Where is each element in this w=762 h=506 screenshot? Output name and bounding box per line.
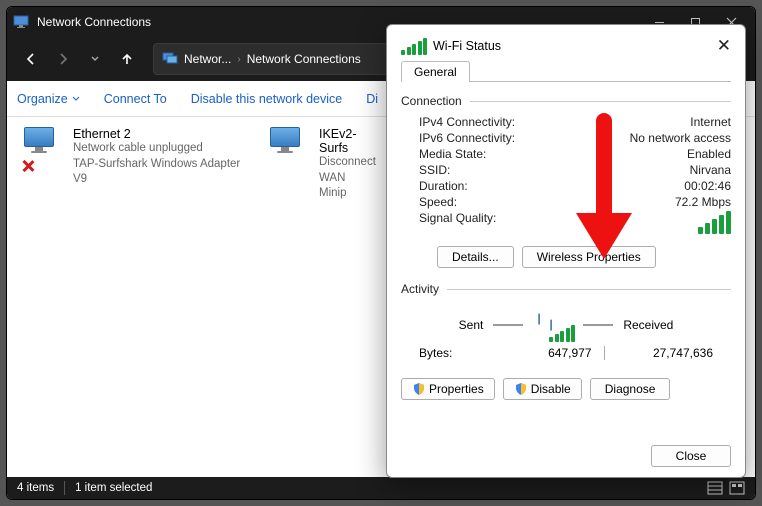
close-button[interactable]: ✕ [717, 36, 731, 56]
app-icon [13, 14, 29, 30]
organize-menu[interactable]: Organize [17, 92, 80, 106]
shield-icon [514, 382, 528, 396]
error-x-icon [21, 159, 35, 173]
connect-to-button[interactable]: Connect To [104, 92, 167, 106]
status-bar: 4 items 1 item selected [7, 477, 755, 499]
connection-properties: IPv4 Connectivity:Internet IPv6 Connecti… [401, 114, 731, 238]
diagnose-button[interactable]: Diagnose [590, 378, 671, 400]
breadcrumb-part[interactable]: Network Connections [247, 52, 361, 66]
section-connection: Connection [401, 94, 731, 108]
back-button[interactable] [17, 43, 45, 75]
shield-icon [412, 382, 426, 396]
wifi-status-dialog: Wi-Fi Status ✕ General Connection IPv4 C… [386, 24, 746, 478]
item-count: 4 items [17, 482, 54, 494]
dialog-title: Wi-Fi Status [433, 39, 501, 53]
forward-button[interactable] [49, 43, 77, 75]
breadcrumb-part[interactable]: Networ... [184, 52, 231, 66]
tab-strip: General [401, 61, 731, 82]
large-icons-view-button[interactable] [729, 481, 745, 495]
up-button[interactable] [113, 43, 141, 75]
chevron-down-icon [72, 96, 80, 102]
signal-bars-icon [549, 325, 575, 342]
signal-quality-icon [698, 211, 732, 234]
details-button[interactable]: Details... [437, 246, 514, 268]
close-dialog-button[interactable]: Close [651, 445, 731, 467]
adapter-icon [21, 127, 67, 173]
signal-bars-icon [401, 38, 427, 55]
disable-button[interactable]: Disable [503, 378, 582, 400]
details-view-button[interactable] [707, 481, 723, 495]
tab-general[interactable]: General [401, 61, 470, 82]
history-dropdown-button[interactable] [81, 43, 109, 75]
section-activity: Activity [401, 282, 731, 296]
network-item-ethernet[interactable]: Ethernet 2 Network cable unplugged TAP-S… [15, 123, 253, 192]
wireless-properties-button[interactable]: Wireless Properties [522, 246, 656, 268]
location-icon [162, 52, 178, 66]
bytes-sent: 647,977 [489, 346, 598, 360]
network-item-ikev2[interactable]: IKEv2-Surfs Disconnect WAN Minip [261, 123, 371, 206]
selection-count: 1 item selected [75, 482, 152, 494]
bytes-received: 27,747,636 [611, 346, 714, 360]
disable-device-button[interactable]: Disable this network device [191, 92, 342, 106]
activity-graphic: Sent Received [401, 310, 731, 340]
bytes-row: Bytes: 647,977 27,747,636 [401, 344, 731, 362]
chevron-right-icon: › [237, 54, 240, 65]
dialog-titlebar: Wi-Fi Status ✕ [401, 33, 731, 59]
diagnose-button-truncated[interactable]: Di [366, 92, 378, 106]
properties-button[interactable]: Properties [401, 378, 495, 400]
adapter-icon [267, 127, 313, 173]
